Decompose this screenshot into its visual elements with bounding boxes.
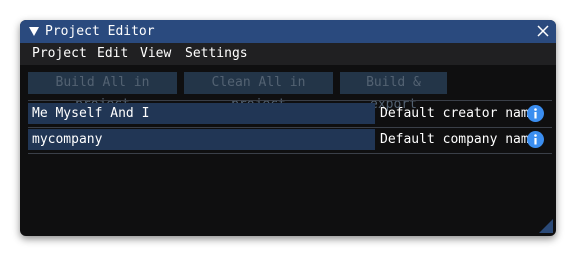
- company-name-field[interactable]: mycompany: [28, 129, 375, 150]
- separator: [28, 100, 552, 101]
- menu-project[interactable]: Project: [32, 45, 87, 63]
- separator: [28, 127, 552, 128]
- menu-edit[interactable]: Edit: [97, 45, 128, 63]
- build-all-button[interactable]: Build All in project: [28, 72, 177, 112]
- menu-view[interactable]: View: [140, 45, 171, 63]
- window-title: Project Editor: [45, 24, 155, 39]
- separator: [28, 153, 552, 154]
- resize-grip-icon[interactable]: [539, 219, 553, 233]
- triangle-down-icon[interactable]: [28, 24, 40, 38]
- clean-all-button[interactable]: Clean All in project: [184, 72, 333, 112]
- menu-bar: Project Edit View Settings: [20, 43, 556, 65]
- title-bar[interactable]: Project Editor: [20, 20, 556, 43]
- close-icon[interactable]: [537, 25, 549, 37]
- project-editor-window: Project Editor Project Edit View Setting…: [20, 20, 556, 236]
- creator-name-field[interactable]: Me Myself And I: [28, 103, 375, 124]
- company-name-label: Default company name: [380, 132, 537, 147]
- info-icon[interactable]: [527, 105, 544, 122]
- info-icon[interactable]: [527, 131, 544, 148]
- build-export-button[interactable]: Build & export: [340, 72, 447, 112]
- creator-name-label: Default creator name: [380, 106, 537, 121]
- menu-settings[interactable]: Settings: [185, 45, 248, 63]
